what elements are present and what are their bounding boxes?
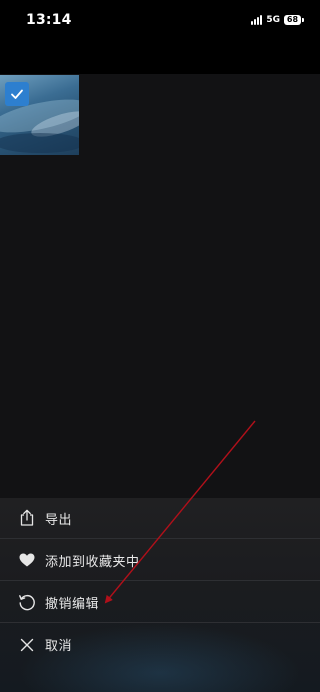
menu-label-export: 导出: [45, 512, 73, 528]
menu-item-add-to-favorites[interactable]: 添加到收藏夹中: [0, 540, 320, 581]
close-icon: [18, 636, 36, 654]
battery-icon: 68: [284, 15, 304, 25]
heart-icon: [18, 551, 36, 569]
selected-checkmark-icon[interactable]: [5, 82, 29, 106]
network-type: 5G: [266, 15, 280, 25]
photo-thumbnail[interactable]: [0, 75, 79, 155]
signal-strength-icon: [251, 15, 263, 25]
status-bar: 13:14 5G 68: [0, 0, 320, 40]
menu-label-cancel: 取消: [45, 639, 73, 654]
battery-level: 68: [284, 15, 301, 25]
status-indicators: 5G 68: [251, 15, 304, 25]
action-sheet: 导出 添加到收藏夹中 撤销编辑 取消: [0, 498, 320, 692]
menu-label-undo-edit: 撤销编辑: [45, 596, 100, 612]
menu-item-cancel[interactable]: 取消: [0, 624, 320, 665]
menu-item-export[interactable]: 导出: [0, 498, 320, 539]
menu-label-add-to-favorites: 添加到收藏夹中: [45, 554, 140, 570]
photo-gallery: [0, 74, 320, 498]
undo-icon: [18, 593, 36, 611]
share-icon: [18, 509, 36, 527]
menu-item-undo-edit[interactable]: 撤销编辑: [0, 582, 320, 623]
status-time: 13:14: [26, 12, 72, 28]
